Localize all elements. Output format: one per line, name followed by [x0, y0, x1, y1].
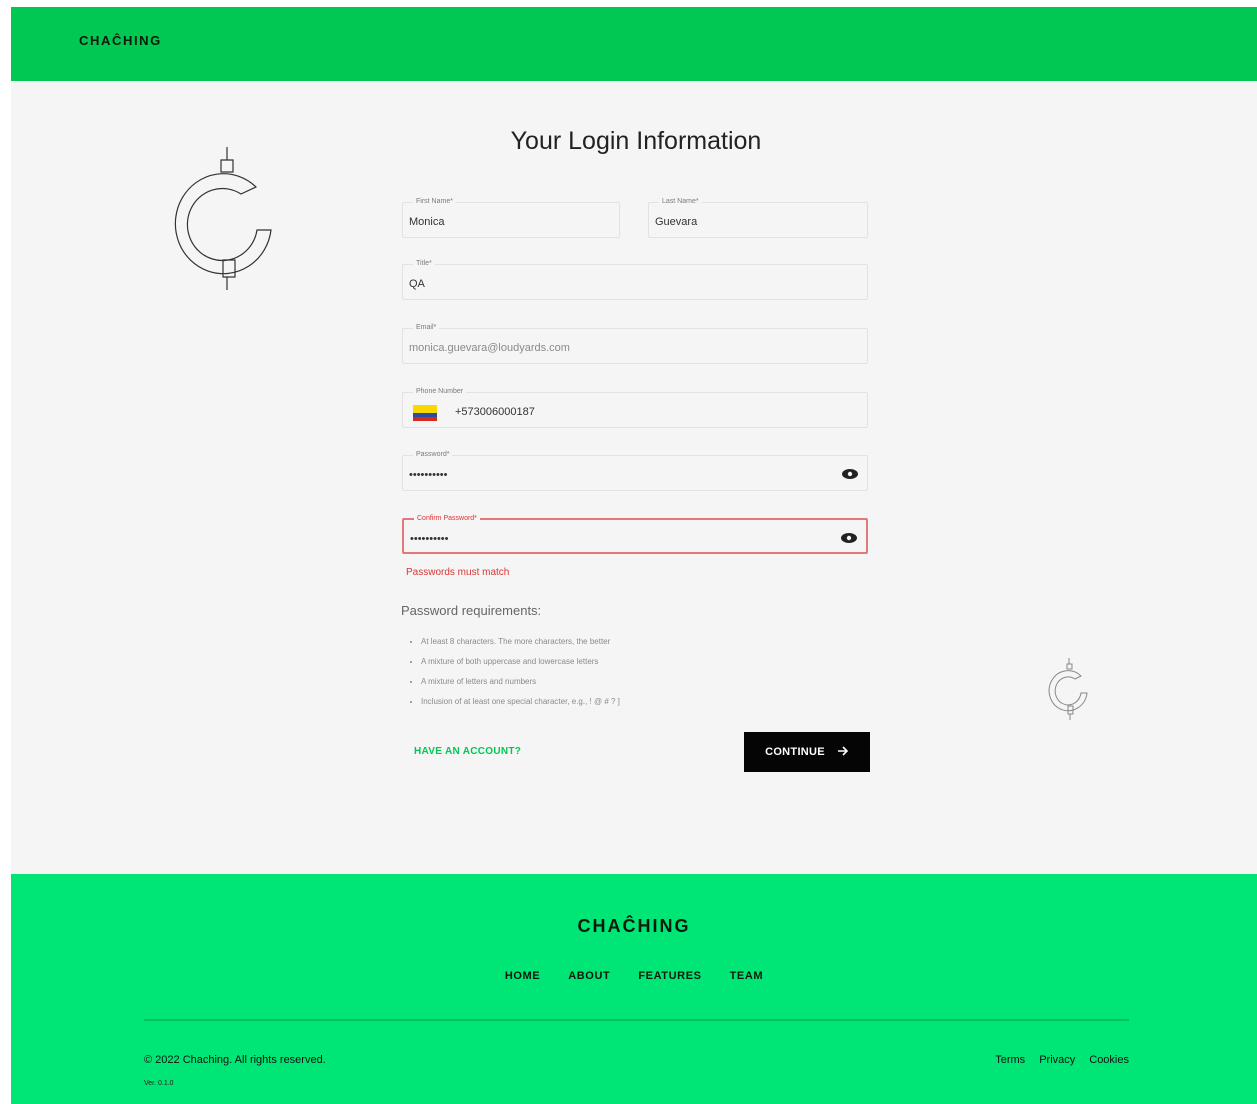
confirm-password-value: ••••••••••: [410, 533, 449, 545]
footer-nav: HOME ABOUT FEATURES TEAM: [11, 970, 1257, 982]
copyright-text: © 2022 Chaching. All rights reserved.: [144, 1054, 326, 1066]
page-title: Your Login Information: [510, 127, 762, 155]
last-name-label: Last Name*: [659, 197, 702, 207]
requirement-item: Inclusion of at least one special charac…: [421, 692, 620, 712]
requirement-item: At least 8 characters. The more characte…: [421, 632, 620, 652]
footer-nav-team[interactable]: TEAM: [730, 970, 764, 982]
title-value: QA: [409, 278, 425, 290]
footer-legal-links: Terms Privacy Cookies: [995, 1054, 1129, 1066]
version-text: Ver. 0.1.0: [144, 1080, 174, 1087]
last-name-field[interactable]: Last Name* Guevara: [648, 197, 868, 238]
footer-nav-about[interactable]: ABOUT: [568, 970, 610, 982]
email-label: Email*: [413, 323, 440, 333]
have-account-link[interactable]: HAVE AN ACCOUNT?: [414, 746, 521, 757]
site-footer: CHAĈHING HOME ABOUT FEATURES TEAM © 2022…: [11, 874, 1257, 1104]
confirm-password-field[interactable]: Confirm Password* ••••••••••: [402, 514, 868, 554]
terms-link[interactable]: Terms: [995, 1054, 1025, 1066]
phone-value: +573006000187: [455, 406, 535, 418]
confirm-password-label: Confirm Password*: [414, 514, 480, 524]
top-bar: CHAĈHING: [11, 7, 1257, 81]
show-password-eye-icon[interactable]: [841, 467, 859, 485]
first-name-value: Monica: [409, 216, 445, 228]
first-name-field[interactable]: First Name* Monica: [402, 197, 620, 238]
last-name-value: Guevara: [655, 216, 698, 228]
password-value: ••••••••••: [409, 469, 448, 481]
phone-field[interactable]: Phone Number +573006000187: [402, 387, 868, 428]
show-confirm-password-eye-icon[interactable]: [840, 531, 858, 549]
requirement-item: A mixture of letters and numbers: [421, 672, 620, 692]
page-frame: CHAĈHING Your Login Information First Na…: [11, 7, 1257, 1104]
requirement-item: A mixture of both uppercase and lowercas…: [421, 652, 620, 672]
footer-divider: [144, 1019, 1129, 1021]
cookies-link[interactable]: Cookies: [1089, 1054, 1129, 1066]
privacy-link[interactable]: Privacy: [1039, 1054, 1075, 1066]
password-requirements-title: Password requirements:: [401, 603, 542, 618]
title-label: Title*: [413, 259, 435, 269]
confirm-password-error: Passwords must match: [406, 567, 510, 578]
password-label: Password*: [413, 450, 453, 460]
cent-logo-small-icon: [1043, 657, 1099, 728]
colombia-flag-icon[interactable]: [413, 405, 437, 421]
password-requirements-list: At least 8 characters. The more characte…: [409, 632, 620, 712]
footer-nav-features[interactable]: FEATURES: [638, 970, 701, 982]
email-field[interactable]: Email* monica.guevara@loudyards.com: [402, 323, 868, 364]
footer-nav-home[interactable]: HOME: [505, 970, 540, 982]
phone-label: Phone Number: [413, 387, 467, 397]
title-field[interactable]: Title* QA: [402, 259, 868, 300]
continue-button[interactable]: CONTINUE: [744, 732, 870, 772]
cent-logo-icon: [161, 142, 301, 307]
email-value: monica.guevara@loudyards.com: [409, 342, 570, 354]
header-brand-logo[interactable]: CHAĈHING: [79, 33, 162, 48]
footer-brand-logo[interactable]: CHAĈHING: [11, 916, 1257, 937]
password-field[interactable]: Password* ••••••••••: [402, 450, 868, 491]
arrow-right-icon: [837, 745, 849, 759]
first-name-label: First Name*: [413, 197, 456, 207]
continue-button-label: CONTINUE: [765, 746, 825, 758]
